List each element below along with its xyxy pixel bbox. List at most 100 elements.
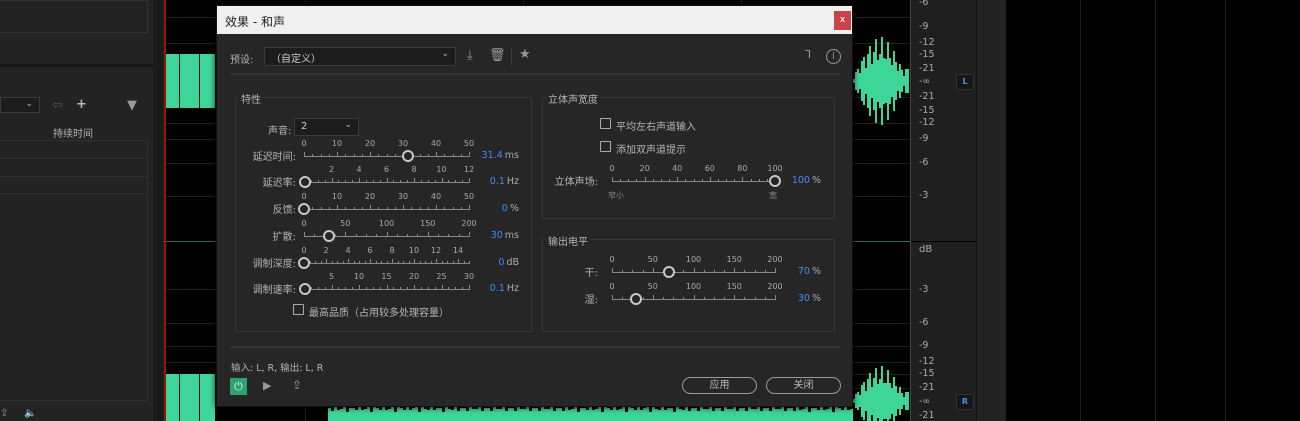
slider-value[interactable]: 0% <box>459 203 519 214</box>
slider-value[interactable]: 30% <box>761 293 821 304</box>
slider-value-number[interactable]: 0.1 <box>490 176 505 187</box>
ruler-label: -21 <box>919 382 935 393</box>
slider-value[interactable]: 70% <box>761 266 821 277</box>
slider-value-number[interactable]: 0 <box>502 203 508 214</box>
slider-value[interactable]: 100% <box>761 175 821 186</box>
slider-thumb[interactable] <box>299 176 312 188</box>
slider-tick <box>355 234 357 237</box>
filter-icon[interactable]: ▼ <box>127 99 137 112</box>
loop-export-icon[interactable]: ⇪ <box>292 379 302 391</box>
slider[interactable]: 2 4 6 8 10 12 <box>299 165 474 189</box>
slider-tick <box>365 287 367 290</box>
delete-preset-icon[interactable]: 🗑 <box>489 49 506 62</box>
volume-icon[interactable]: 🔈 <box>24 409 36 419</box>
slider-tick <box>400 180 402 183</box>
save-preset-icon[interactable]: ⤓ <box>467 49 473 62</box>
slider-value-number[interactable]: 31.4 <box>482 150 503 161</box>
slider-tick <box>324 287 326 290</box>
apply-button[interactable]: 应用 <box>682 377 757 394</box>
column-header-duration[interactable]: 持续时间 <box>53 125 93 140</box>
slider-value[interactable]: 0.1 Hz <box>459 283 519 294</box>
slider-value[interactable]: 0 dB <box>459 257 519 268</box>
slider-thumb[interactable] <box>298 283 311 295</box>
slider-value-number[interactable]: 0 <box>498 257 504 268</box>
slider-value-number[interactable]: 70 <box>798 266 810 277</box>
characteristics-title: 特性 <box>239 91 263 106</box>
slider-tick <box>455 287 457 290</box>
preset-dropdown[interactable]: （自定义） ⌄ <box>264 47 456 66</box>
ruler-label: -∞ <box>919 396 931 407</box>
slider-tick <box>683 270 685 273</box>
close-icon[interactable]: x <box>834 11 851 30</box>
slider[interactable]: 0 2 4 6 8 10 12 14 <box>298 246 470 270</box>
slider-value-number[interactable]: 0.1 <box>490 283 505 294</box>
power-toggle-icon[interactable]: ⏻ <box>230 378 247 395</box>
average-lr-checkbox[interactable] <box>600 118 611 129</box>
ruler-label: -∞ <box>919 76 931 87</box>
waveform-peak <box>187 54 199 108</box>
slider-tick <box>754 270 756 273</box>
slider-thumb[interactable] <box>322 230 335 242</box>
slider[interactable]: 0 20 40 60 80 100 <box>609 164 783 188</box>
channel-l-button[interactable]: L <box>956 74 974 90</box>
slider-thumb[interactable] <box>630 293 643 305</box>
slider-tick-label: 6 <box>383 165 390 174</box>
slider-tick <box>642 297 644 300</box>
file-list[interactable] <box>0 140 148 401</box>
channel-r-button[interactable]: R <box>956 394 974 410</box>
preset-label: 预设: <box>230 55 254 66</box>
slider-tick <box>353 261 355 264</box>
slider[interactable]: 0 10 20 30 40 50 <box>298 192 474 216</box>
slider-tick <box>628 179 630 182</box>
slider-thumb[interactable] <box>663 266 676 278</box>
grid-line <box>1225 0 1226 421</box>
slider-thumb[interactable] <box>298 203 310 215</box>
dialog-title-bar[interactable]: 效果 - 和声 <box>217 6 852 34</box>
slider-tick <box>693 295 695 300</box>
slider[interactable]: 0 10 20 30 40 50 <box>301 139 474 163</box>
slider-tick-label: 5 <box>328 272 335 281</box>
slider-tick <box>420 180 422 183</box>
info-icon[interactable]: i <box>826 49 841 64</box>
favorite-star-icon[interactable]: ★ <box>519 48 531 61</box>
slider[interactable]: 0 50 100 150 200 <box>609 282 783 306</box>
back-icon[interactable]: ⇦ <box>52 99 63 112</box>
binaural-checkbox[interactable] <box>600 141 611 152</box>
wide-label: 宽 <box>769 191 777 200</box>
close-button[interactable]: 关闭 <box>766 377 841 394</box>
slider-thumb[interactable] <box>401 150 414 162</box>
slider-value[interactable]: 31.4 ms <box>459 150 519 161</box>
slider-tick <box>693 268 695 273</box>
slider-tick <box>312 207 314 210</box>
slider-tick <box>359 285 360 290</box>
slider-thumb[interactable] <box>298 257 310 269</box>
slider-tick <box>392 259 393 264</box>
voices-dropdown[interactable]: 2 ⌄ <box>294 118 359 136</box>
panel-splitter[interactable] <box>153 0 163 421</box>
slider-tick <box>436 259 437 264</box>
slider-value[interactable]: 30 ms <box>459 230 519 241</box>
slider-tick <box>372 180 374 183</box>
slider-tick-label: 4 <box>345 246 351 255</box>
add-icon[interactable]: + <box>76 98 87 111</box>
divider <box>511 48 512 66</box>
slider[interactable]: 5 10 15 20 25 30 <box>298 272 474 296</box>
slider-tick <box>713 297 715 300</box>
slider-value[interactable]: 0.1 Hz <box>459 176 519 187</box>
routing-icon[interactable]: ⅂ <box>805 49 811 60</box>
slider-value-number[interactable]: 100 <box>792 175 810 186</box>
slider-tick <box>444 207 446 210</box>
ruler-label: -3 <box>919 284 929 295</box>
slider-value-number[interactable]: 30 <box>798 293 810 304</box>
play-icon[interactable]: ▶ <box>263 380 271 391</box>
filter-dropdown[interactable]: ⌄ <box>0 97 40 113</box>
slider[interactable]: 0 50 100 150 200 <box>609 255 783 279</box>
slider[interactable]: 0 50 100 150 200 <box>301 219 477 243</box>
high-quality-checkbox[interactable] <box>293 304 304 315</box>
slider-tick-label: 10 <box>331 139 343 148</box>
slider-tick <box>359 261 360 264</box>
export-icon[interactable]: ⇪ <box>0 409 8 419</box>
slider-tick <box>685 179 687 182</box>
slider-value-number[interactable]: 30 <box>491 230 503 241</box>
playhead[interactable] <box>164 0 166 421</box>
